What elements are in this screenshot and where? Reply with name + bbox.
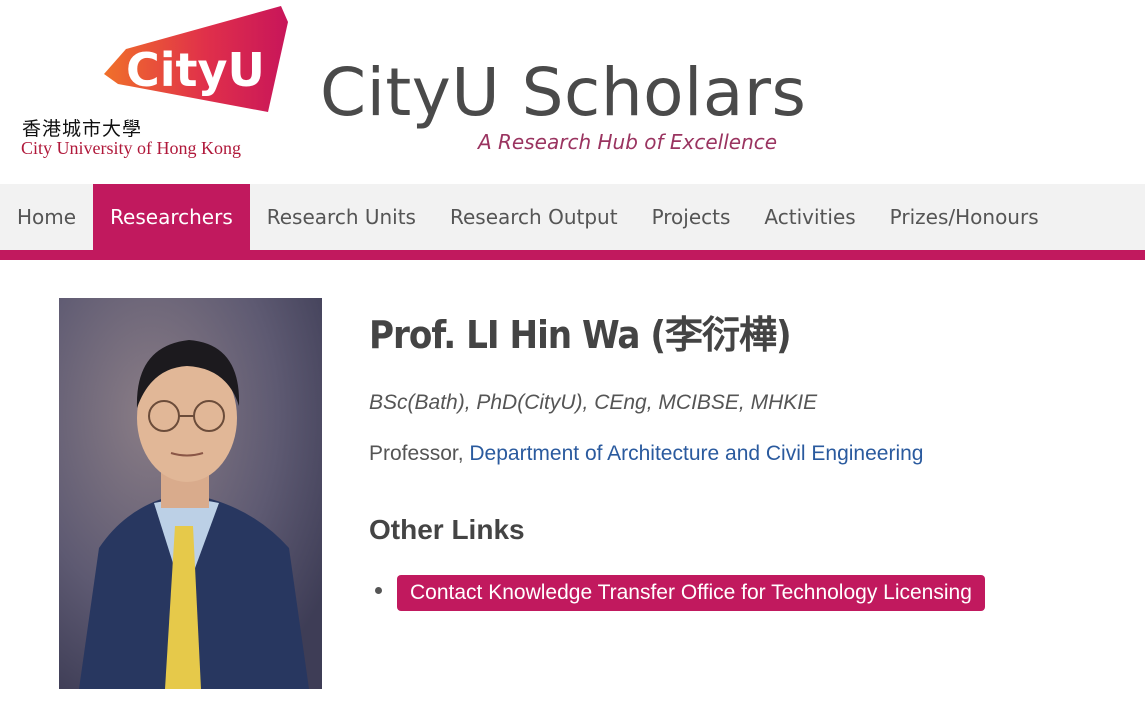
nav-item-projects[interactable]: Projects xyxy=(635,184,748,250)
site-title[interactable]: CityU Scholars xyxy=(320,54,806,131)
nav-item-activities[interactable]: Activities xyxy=(747,184,872,250)
nav-accent-bar xyxy=(0,250,1145,260)
logo-chinese-name: 香港城市大學 xyxy=(22,118,143,140)
contact-kto-link[interactable]: Contact Knowledge Transfer Office for Te… xyxy=(397,575,985,611)
researcher-name: Prof. LI Hin Wa (李衍樺) xyxy=(369,313,792,357)
position-title: Professor, xyxy=(369,442,470,465)
nav-item-researchers[interactable]: Researchers xyxy=(93,184,250,250)
main-nav: Home Researchers Research Units Research… xyxy=(0,184,1145,250)
profile-photo xyxy=(59,298,322,689)
cityu-logo[interactable]: CityU 香港城市大學 City University of Hong Kon… xyxy=(18,4,298,164)
nav-item-prizes-honours[interactable]: Prizes/Honours xyxy=(873,184,1056,250)
logo-english-name: City University of Hong Kong xyxy=(21,138,241,158)
department-link[interactable]: Department of Architecture and Civil Eng… xyxy=(469,442,923,465)
svg-text:CityU: CityU xyxy=(126,43,265,97)
other-links-heading: Other Links xyxy=(369,514,525,545)
bullet-icon xyxy=(375,587,382,594)
nav-item-home[interactable]: Home xyxy=(0,184,93,250)
nav-item-research-units[interactable]: Research Units xyxy=(250,184,433,250)
researcher-position: Professor, Department of Architecture an… xyxy=(369,442,923,466)
nav-item-research-output[interactable]: Research Output xyxy=(433,184,635,250)
site-header: CityU 香港城市大學 City University of Hong Kon… xyxy=(0,0,1145,184)
site-subtitle: A Research Hub of Excellence xyxy=(478,130,778,154)
cityu-logo-mark: CityU xyxy=(104,6,288,112)
researcher-qualifications: BSc(Bath), PhD(CityU), CEng, MCIBSE, MHK… xyxy=(369,391,818,414)
